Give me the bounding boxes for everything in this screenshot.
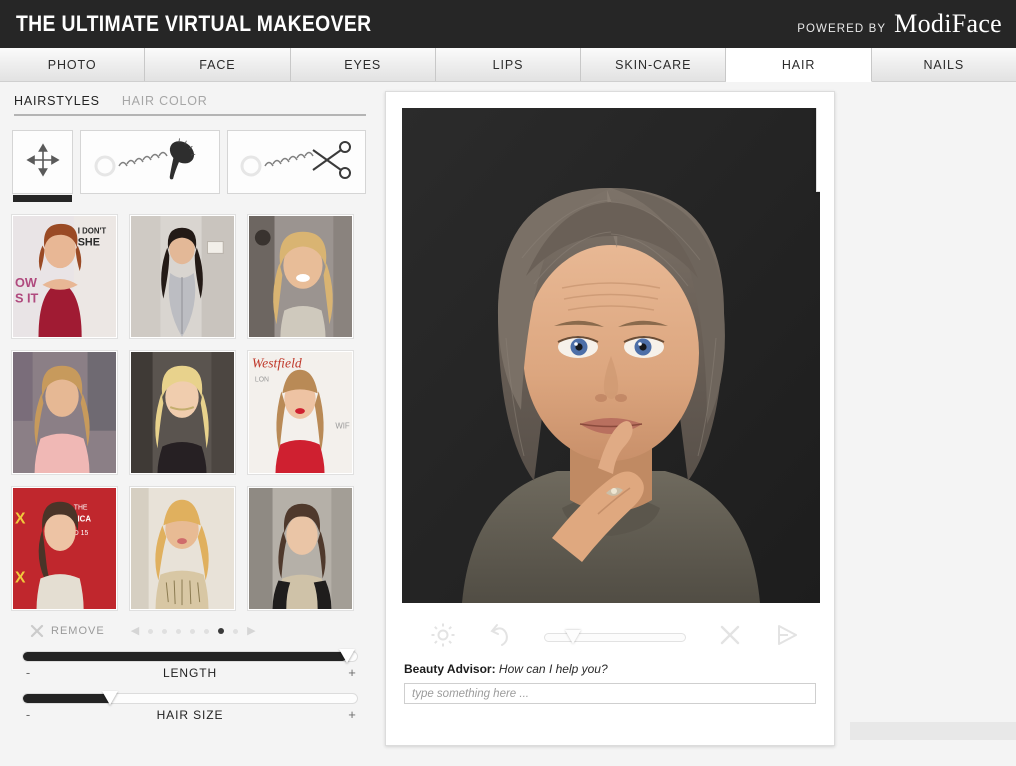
bottom-right-filler-bar — [850, 722, 1016, 740]
gear-icon[interactable] — [430, 622, 456, 653]
hair-size-slider-block: - HAIR SIZE + — [12, 691, 366, 722]
length-slider-label: LENGTH — [162, 665, 218, 680]
pager-dot-1[interactable] — [148, 628, 154, 634]
svg-text:Westfield: Westfield — [252, 356, 302, 371]
hair-brush-icon — [91, 136, 209, 189]
hairstyle-thumb-5[interactable] — [129, 350, 236, 475]
subtab-hair-color[interactable]: HAIR COLOR — [122, 94, 208, 108]
svg-text:OW: OW — [15, 275, 38, 290]
pager-dot-3[interactable] — [176, 628, 182, 634]
page-title: THE ULTIMATE VIRTUAL MAKEOVER — [16, 11, 372, 36]
preview-panel: BEFORE — [385, 91, 835, 746]
scissors-icon — [237, 136, 355, 189]
advisor-line: Beauty Advisor: How can I help you? — [404, 662, 816, 676]
advisor-prompt: How can I help you? — [498, 662, 608, 676]
pager-dot-7[interactable] — [233, 628, 239, 634]
hairstyle-thumb-7[interactable]: X X THE RICA D 15 — [11, 486, 118, 611]
remove-label: REMOVE — [51, 625, 105, 637]
triangle-left-icon[interactable]: ◀ — [131, 625, 139, 637]
photo-toolbar — [402, 603, 818, 657]
close-x-icon — [30, 624, 44, 638]
brush-tool-button[interactable] — [80, 130, 220, 194]
tab-nails[interactable]: NAILS — [871, 48, 1016, 81]
beauty-advisor: Beauty Advisor: How can I help you? — [402, 657, 818, 704]
svg-text:D 15: D 15 — [74, 530, 89, 537]
pager-dot-6[interactable] — [218, 628, 225, 634]
brand-logo: POWERED BY ModiFace — [797, 9, 1002, 39]
hair-tool-row — [12, 130, 366, 202]
center-column: BEFORE — [380, 82, 1016, 766]
svg-text:S IT: S IT — [15, 291, 39, 306]
hairstyle-thumb-9[interactable] — [247, 486, 354, 611]
tab-hair[interactable]: HAIR — [726, 48, 872, 82]
main-tabbar: PHOTO FACE EYES LIPS SKIN-CARE HAIR NAIL… — [0, 48, 1016, 82]
tab-skin-care[interactable]: SKIN-CARE — [581, 48, 727, 81]
svg-text:SHE: SHE — [78, 236, 100, 248]
hairstyle-thumb-8[interactable] — [129, 486, 236, 611]
advisor-label: Beauty Advisor: — [404, 662, 496, 676]
length-slider-fill — [23, 652, 347, 661]
move-arrows-icon — [25, 142, 60, 182]
hair-size-slider-track[interactable] — [22, 691, 358, 705]
hairstyle-thumb-3[interactable] — [247, 214, 354, 339]
tab-face[interactable]: FACE — [145, 48, 291, 81]
subtab-hairstyles[interactable]: HAIRSTYLES — [14, 94, 100, 108]
tab-eyes[interactable]: EYES — [290, 48, 436, 81]
opacity-slider[interactable] — [544, 629, 686, 644]
close-x-icon[interactable] — [717, 622, 743, 653]
play-send-icon[interactable] — [774, 622, 800, 653]
length-slider-labels: - LENGTH + — [22, 665, 358, 680]
pager-dot-2[interactable] — [162, 628, 168, 634]
length-decrease-button[interactable]: - — [22, 665, 34, 680]
hair-size-slider-fill — [23, 694, 110, 703]
hairstyle-thumb-2[interactable] — [129, 214, 236, 339]
opacity-slider-knob[interactable] — [565, 629, 581, 644]
selected-tool-indicator — [13, 195, 72, 202]
svg-text:X: X — [15, 510, 26, 527]
length-increase-button[interactable]: + — [346, 665, 358, 680]
gallery-controls: REMOVE ◀ ▶ — [12, 624, 366, 638]
hair-size-slider-labels: - HAIR SIZE + — [22, 707, 358, 722]
length-slider-knob[interactable] — [338, 649, 355, 663]
remove-button[interactable]: REMOVE — [30, 624, 105, 638]
hair-size-decrease-button[interactable]: - — [22, 707, 34, 722]
move-tool-button[interactable] — [12, 130, 73, 202]
powered-by-label: POWERED BY — [797, 23, 887, 35]
before-thumbnail[interactable]: BEFORE — [816, 108, 820, 192]
hairstyle-thumb-1[interactable]: I DON'T SHE OW S IT — [11, 214, 118, 339]
hairstyle-thumbnail-grid: I DON'T SHE OW S IT Westfield LON WIF X … — [11, 214, 366, 611]
triangle-right-icon[interactable]: ▶ — [247, 625, 255, 637]
hair-subtabs: HAIRSTYLES HAIR COLOR — [12, 92, 366, 114]
hairstyle-thumb-6[interactable]: Westfield LON WIF — [247, 350, 354, 475]
svg-text:WIF: WIF — [335, 422, 350, 431]
hair-size-increase-button[interactable]: + — [346, 707, 358, 722]
pager-dot-4[interactable] — [190, 628, 196, 634]
hair-size-slider-knob[interactable] — [101, 691, 118, 705]
hair-sidebar: HAIRSTYLES HAIR COLOR I DON'T SHE OW S I… — [0, 82, 380, 766]
svg-text:I DON'T: I DON'T — [78, 227, 107, 236]
svg-text:LON: LON — [255, 377, 269, 384]
undo-arrow-icon[interactable] — [487, 622, 513, 653]
photo-canvas[interactable]: BEFORE — [402, 108, 820, 603]
tab-lips[interactable]: LIPS — [435, 48, 582, 81]
hair-size-slider-label: HAIR SIZE — [156, 707, 224, 722]
modiface-wordmark: ModiFace — [894, 9, 1002, 38]
length-slider-block: - LENGTH + — [12, 649, 366, 680]
workspace: HAIRSTYLES HAIR COLOR I DON'T SHE OW S I… — [0, 82, 1016, 766]
tab-photo[interactable]: PHOTO — [0, 48, 146, 81]
app-header: THE ULTIMATE VIRTUAL MAKEOVER POWERED BY… — [0, 0, 1016, 48]
subtab-divider — [14, 114, 366, 116]
svg-text:X: X — [15, 569, 26, 586]
gallery-pager: ◀ ▶ — [131, 625, 256, 637]
advisor-input[interactable] — [404, 683, 816, 704]
length-slider-track[interactable] — [22, 649, 358, 663]
scissors-tool-button[interactable] — [226, 130, 366, 194]
svg-text:THE: THE — [74, 505, 88, 512]
pager-dot-5[interactable] — [204, 628, 210, 634]
hairstyle-thumb-4[interactable] — [11, 350, 118, 475]
